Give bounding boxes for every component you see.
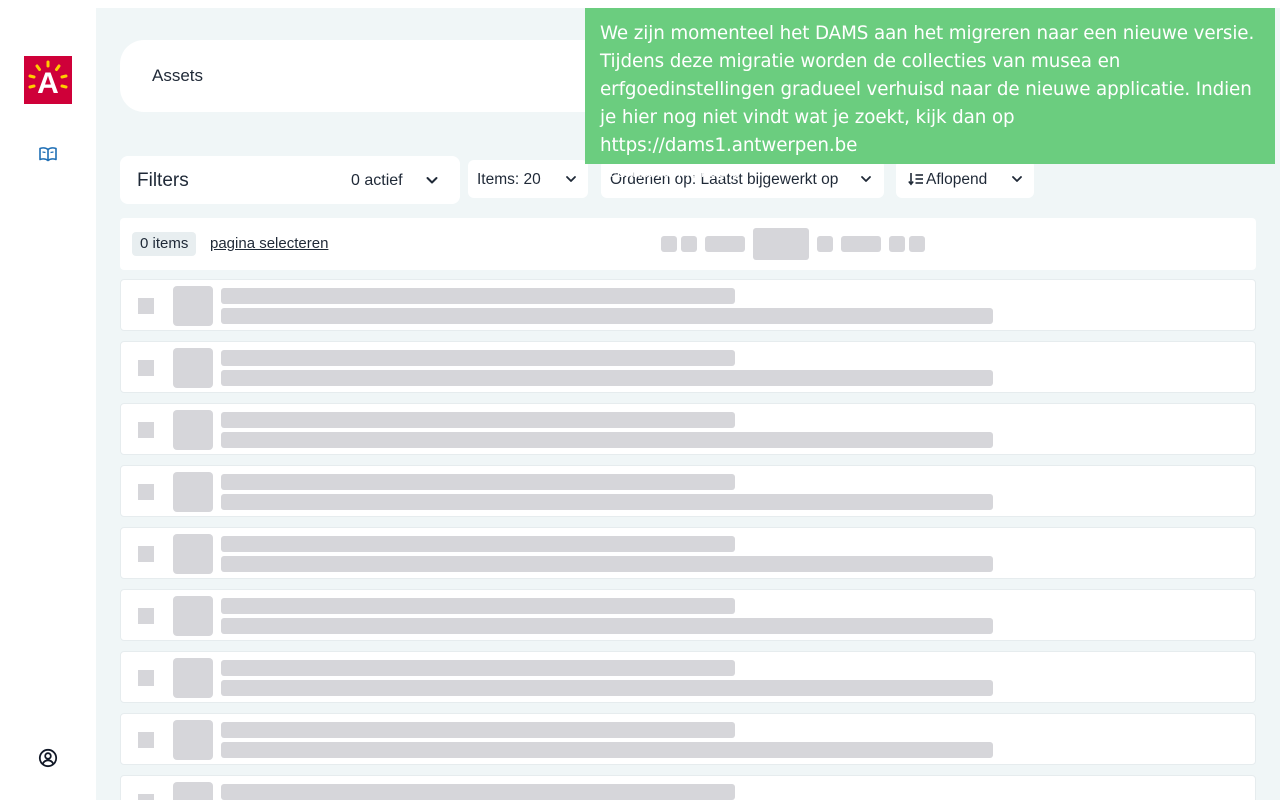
list-item-skeleton — [120, 713, 1256, 765]
subtitle-placeholder — [221, 742, 993, 758]
antwerpen-logo[interactable]: A — [24, 56, 72, 104]
list-item-skeleton — [120, 589, 1256, 641]
title-placeholder — [221, 412, 735, 428]
thumbnail-placeholder — [173, 410, 213, 450]
list-item-skeleton — [120, 651, 1256, 703]
row-checkbox-placeholder — [138, 670, 154, 686]
pagination-placeholder — [889, 236, 905, 252]
row-checkbox-placeholder — [138, 794, 154, 800]
subtitle-placeholder — [221, 556, 993, 572]
row-checkbox-placeholder — [138, 732, 154, 748]
logo-mark-icon: A — [28, 60, 68, 100]
list-item-skeleton — [120, 403, 1256, 455]
items-count-badge: 0 items — [132, 232, 197, 256]
title-placeholder — [221, 288, 735, 304]
select-page-link[interactable]: pagina selecteren — [210, 235, 328, 252]
subtitle-placeholder — [221, 308, 993, 324]
subtitle-placeholder — [221, 680, 993, 696]
thumbnail-placeholder — [173, 286, 213, 326]
items-per-page-select[interactable]: Items: 20 — [468, 160, 588, 198]
page-title: Assets — [152, 66, 204, 85]
thumbnail-placeholder — [173, 596, 213, 636]
thumbnail-placeholder — [173, 720, 213, 760]
pagination-placeholder — [661, 236, 677, 252]
subtitle-placeholder — [221, 370, 993, 386]
user-circle-icon[interactable] — [38, 748, 58, 768]
chevron-down-icon[interactable] — [424, 172, 440, 188]
row-checkbox-placeholder — [138, 546, 154, 562]
list-toolbar: 0 items pagina selecteren — [120, 218, 1256, 270]
chevron-down-icon — [566, 176, 576, 182]
list-item-skeleton — [120, 465, 1256, 517]
title-placeholder — [221, 722, 735, 738]
logo-letter: A — [37, 67, 59, 100]
row-checkbox-placeholder — [138, 422, 154, 438]
title-placeholder — [221, 660, 735, 676]
thumbnail-placeholder — [173, 782, 213, 800]
title-placeholder — [221, 598, 735, 614]
title-placeholder — [221, 784, 735, 800]
title-placeholder — [221, 536, 735, 552]
sidebar: A — [0, 0, 96, 800]
pagination-placeholder — [817, 236, 833, 252]
pagination-placeholder — [753, 228, 809, 260]
row-checkbox-placeholder — [138, 484, 154, 500]
list-item-skeleton — [120, 775, 1256, 800]
filters-panel[interactable]: Filters 0 actief — [120, 156, 460, 204]
pagination-placeholder — [705, 236, 745, 252]
row-checkbox-placeholder — [138, 608, 154, 624]
list-item-skeleton — [120, 527, 1256, 579]
pagination-placeholder — [841, 236, 881, 252]
thumbnail-placeholder — [173, 472, 213, 512]
pagination-placeholder — [909, 236, 925, 252]
subtitle-placeholder — [221, 618, 993, 634]
filters-active-count: 0 actief — [351, 172, 403, 189]
items-per-page-label: Items: 20 — [477, 171, 541, 188]
migration-banner: We zijn momenteel het DAMS aan het migre… — [585, 8, 1275, 180]
row-checkbox-placeholder — [138, 360, 154, 376]
banner-message: We zijn momenteel het DAMS aan het migre… — [600, 23, 1255, 156]
list-item-skeleton — [120, 341, 1256, 393]
subtitle-placeholder — [221, 432, 993, 448]
filters-title: Filters — [137, 170, 189, 191]
thumbnail-placeholder — [173, 534, 213, 574]
list-item-skeleton — [120, 279, 1256, 331]
thumbnail-placeholder — [173, 658, 213, 698]
title-placeholder — [221, 474, 735, 490]
title-placeholder — [221, 350, 735, 366]
row-checkbox-placeholder — [138, 298, 154, 314]
book-icon[interactable] — [38, 144, 58, 164]
pagination-placeholder — [681, 236, 697, 252]
subtitle-placeholder — [221, 494, 993, 510]
thumbnail-placeholder — [173, 348, 213, 388]
banner-subtext: Bedankt voor je begrip — [600, 164, 741, 180]
